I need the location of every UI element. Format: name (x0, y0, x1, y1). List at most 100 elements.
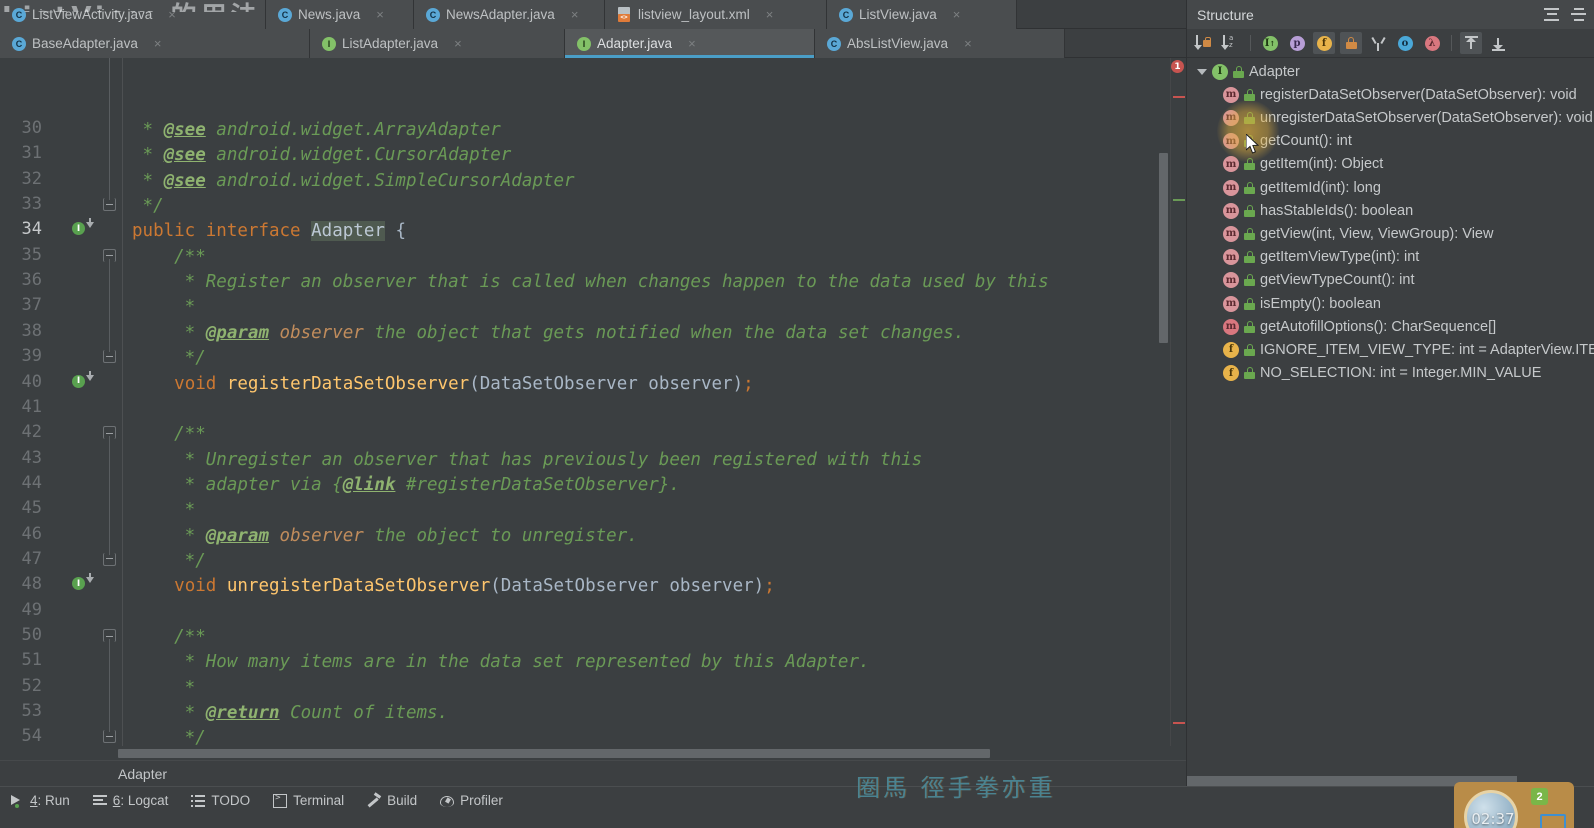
structure-tree-item[interactable]: m isEmpty(): boolean (1187, 292, 1594, 315)
close-icon[interactable]: × (766, 7, 774, 22)
visibility-icon (1244, 135, 1255, 148)
structure-tree-item[interactable]: f NO_SELECTION: int = Integer.MIN_VALUE (1187, 362, 1594, 385)
structure-tree-item[interactable]: m unregisterDataSetObserver(DataSetObserv… (1187, 106, 1594, 129)
editor-tab-row-2: C BaseAdapter.java × I ListAdapter.java × I Ada… (0, 29, 1186, 58)
editor-tab-newsadapter-java[interactable]: C NewsAdapter.java × (414, 0, 605, 29)
structure-tree-item[interactable]: f IGNORE_ITEM_VIEW_TYPE: int = AdapterVie… (1187, 338, 1594, 361)
java-class-icon: C (839, 7, 853, 22)
code-line: public interface Adapter { (132, 221, 406, 242)
interface-icon: I (1212, 63, 1228, 80)
run-gutter-icon[interactable]: I (72, 370, 94, 388)
structure-tree-item[interactable]: m registerDataSetObserver(DataSetObserver… (1187, 83, 1594, 106)
structure-tree-item[interactable]: m getItemId(int): long (1187, 176, 1594, 199)
sort-alphabetically-button[interactable]: az (1220, 32, 1242, 54)
structure-item-label: getAutofillOptions(): CharSequence[] (1260, 318, 1497, 335)
status-bar-item-todo[interactable]: TODO (181, 787, 263, 815)
visibility-icon (1244, 274, 1255, 287)
editor-tab-listadapter-java[interactable]: I ListAdapter.java × (310, 29, 565, 58)
structure-tree-item[interactable]: m getAutofillOptions(): CharSequence[] (1187, 315, 1594, 338)
structure-tree-item[interactable]: m getCount(): int (1187, 130, 1594, 153)
structure-tree-item[interactable]: m getItem(int): Object (1187, 153, 1594, 176)
expand-all-button[interactable] (1460, 32, 1482, 54)
method-icon: m (1223, 295, 1239, 312)
editor-tab-news-java[interactable]: C News.java × (266, 0, 414, 29)
close-icon[interactable]: × (964, 36, 972, 51)
code-line: * @return Count of items. (132, 703, 449, 724)
structure-tree[interactable]: I Adapter m registerDataSetObserver(DataSet… (1187, 58, 1594, 786)
error-marker[interactable] (1173, 722, 1185, 724)
close-icon[interactable]: × (168, 7, 176, 22)
code-editor[interactable]: 30 31 32 33 34 I 35 36 37 38 39 40 I 41 42 43 44 45 46 47 48… (0, 58, 1186, 746)
chip-icon (1540, 814, 1566, 828)
editor-tab-baseadapter-java[interactable]: C BaseAdapter.java × (0, 29, 310, 58)
logcat-icon (92, 794, 107, 808)
profiler-icon (440, 794, 455, 808)
breadcrumb[interactable]: Adapter (0, 760, 1186, 786)
editor-vertical-scrollbar[interactable] (1159, 153, 1168, 343)
line-number: 46 (21, 523, 42, 544)
fold-line (109, 58, 110, 201)
close-icon[interactable]: × (953, 7, 961, 22)
show-inherited-button[interactable]: I ↑ (1259, 32, 1281, 54)
close-icon[interactable]: × (571, 7, 579, 22)
sort-by-visibility-button[interactable] (1193, 32, 1215, 54)
code-line: /** (132, 627, 206, 647)
show-lambdas-button[interactable]: λ (1421, 32, 1443, 54)
collapse-all-icon[interactable] (1544, 7, 1559, 22)
status-bar-item-build[interactable]: Build (357, 787, 430, 815)
status-bar-item-4--run[interactable]: 4: Run (0, 787, 83, 815)
fold-handle[interactable] (103, 552, 116, 566)
close-icon[interactable]: × (154, 36, 162, 51)
run-gutter-icon[interactable]: I (72, 218, 94, 236)
structure-tree-item[interactable]: m getView(int, View, ViewGroup): View (1187, 222, 1594, 245)
close-icon[interactable]: × (688, 36, 696, 51)
error-count-badge[interactable]: 1 (1171, 60, 1184, 73)
tab-label: BaseAdapter.java (32, 36, 138, 51)
structure-tree-item[interactable]: m getViewTypeCount(): int (1187, 269, 1594, 292)
code-line: * @see android.widget.CursorAdapter (132, 145, 512, 166)
error-marker-strip[interactable]: 1 (1170, 58, 1186, 746)
structure-root-item[interactable]: I Adapter (1187, 60, 1594, 83)
error-marker[interactable] (1173, 96, 1185, 98)
close-icon[interactable]: × (376, 7, 384, 22)
editor-horizontal-scrollbar[interactable] (118, 749, 990, 758)
structure-horizontal-scrollbar[interactable] (1187, 776, 1517, 786)
editor-tab-row-1: C ListViewActivity.java × C News.java × C NewsA… (0, 0, 1186, 29)
structure-panel-title: Structure (1197, 6, 1254, 23)
show-fields-button[interactable]: f (1313, 32, 1335, 54)
status-bar-item-6--logcat[interactable]: 6: Logcat (83, 787, 182, 815)
editor-tab-adapter-java[interactable]: I Adapter.java × (565, 29, 815, 58)
code-line: * (132, 297, 196, 318)
visibility-icon (1244, 367, 1255, 380)
structure-item-label: hasStableIds(): boolean (1260, 202, 1414, 219)
editor-tab-listviewactivity-java[interactable]: C ListViewActivity.java × (0, 0, 266, 29)
collapse-all-button[interactable] (1487, 32, 1509, 54)
structure-tree-item[interactable]: m getItemViewType(int): int (1187, 246, 1594, 269)
show-non-public-button[interactable] (1340, 32, 1362, 54)
code-folding-gutter[interactable] (100, 58, 122, 746)
editor-tab-abslistview-java[interactable]: C AbsListView.java × (815, 29, 1065, 58)
status-bar-item-terminal[interactable]: Terminal (263, 787, 357, 815)
close-icon[interactable]: × (454, 36, 462, 51)
editor-tab-listview-layout-xml[interactable]: listview_layout.xml × (605, 0, 827, 29)
code-line: * @see android.widget.SimpleCursorAdapte… (132, 170, 575, 191)
info-marker[interactable] (1173, 199, 1185, 201)
fold-handle[interactable] (103, 350, 116, 364)
fold-handle[interactable] (103, 730, 116, 744)
run-gutter-icon[interactable]: I (72, 573, 94, 591)
indent-guide (122, 58, 123, 746)
terminal-icon (273, 793, 288, 808)
show-properties-button[interactable]: p (1286, 32, 1308, 54)
tab-label: News.java (298, 7, 361, 22)
tab-label: listview_layout.xml (638, 7, 750, 22)
chevron-down-icon[interactable] (1197, 68, 1207, 75)
editor-tab-listview-java[interactable]: C ListView.java × (827, 0, 1017, 29)
status-bar-item-profiler[interactable]: Profiler (430, 787, 516, 815)
structure-item-label: NO_SELECTION: int = Integer.MIN_VALUE (1260, 365, 1542, 382)
show-anonymous-classes-button[interactable]: o (1394, 32, 1416, 54)
structure-tree-item[interactable]: m hasStableIds(): boolean (1187, 199, 1594, 222)
expand-all-icon[interactable] (1571, 7, 1586, 22)
group-by-type-button[interactable] (1367, 32, 1389, 54)
code-text-area[interactable]: * @see android.widget.ArrayAdapter * @se… (122, 58, 1186, 746)
method-icon: m (1223, 179, 1239, 196)
